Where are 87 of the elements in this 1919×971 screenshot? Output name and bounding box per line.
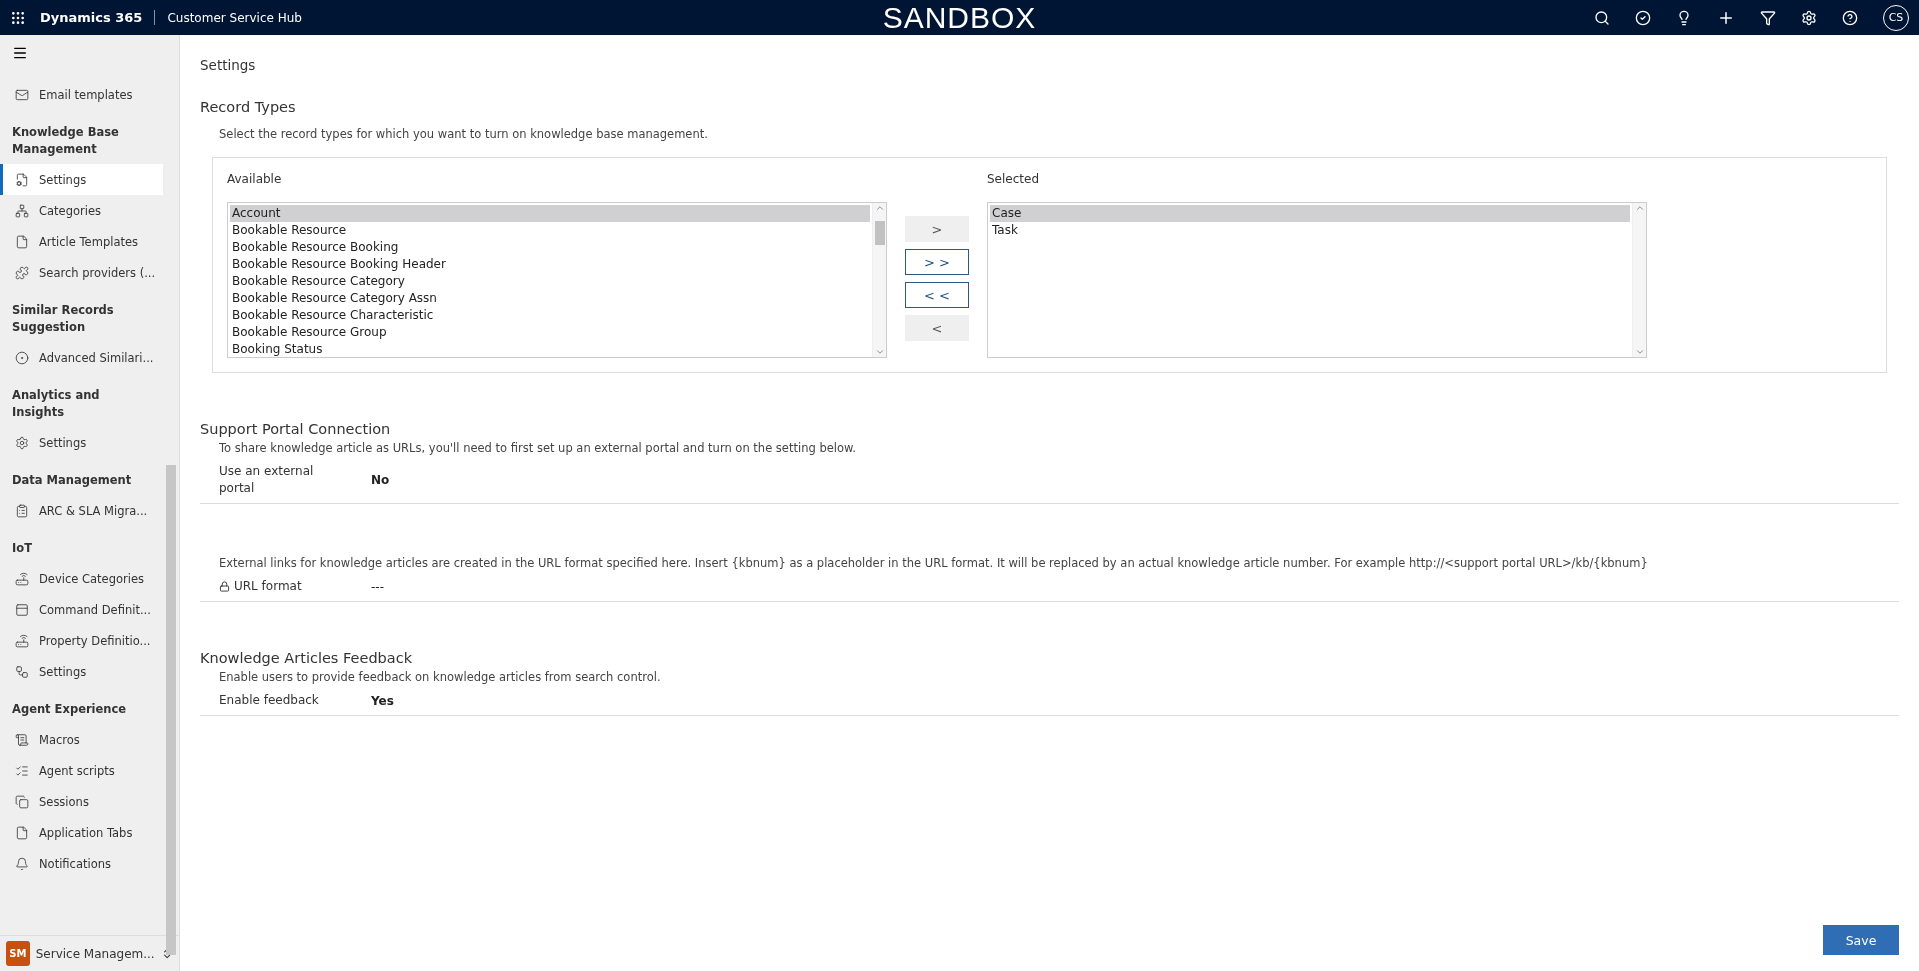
sidebar-item[interactable]: Property Definitio... [0, 625, 163, 656]
list-option[interactable]: Booking Status [230, 341, 870, 357]
field-label: Use an external portal [219, 463, 315, 497]
sidebar-group-title: Data Management [11, 472, 133, 489]
search-icon[interactable] [1594, 9, 1610, 26]
save-button[interactable]: Save [1823, 925, 1899, 955]
list-label: Selected [987, 172, 1041, 186]
document-icon [15, 825, 29, 840]
list-option[interactable]: Bookable Resource Booking Header [230, 256, 870, 273]
checklist-icon [15, 763, 29, 778]
field-value[interactable]: --- [371, 579, 384, 594]
list-option[interactable]: Bookable Resource Category Assn [230, 290, 870, 307]
list-label: Available [227, 172, 283, 186]
sidebar-group-title: Similar Records Suggestion [11, 302, 115, 336]
record-type-listbox[interactable] [227, 202, 887, 358]
section-description: To share knowledge article as URLs, you'll need to first set up an external portal and turn on the setting below. [218, 441, 857, 455]
area-switcher[interactable]: SM Service Managem... [0, 935, 179, 971]
settings-icon[interactable] [1801, 9, 1817, 26]
scrollbar-thumb[interactable] [875, 221, 885, 245]
circles-icon [15, 350, 29, 365]
brand-name[interactable]: Dynamics 365 [40, 10, 156, 25]
windows-icon [15, 794, 29, 809]
lightbulb-icon[interactable] [1676, 9, 1692, 26]
section-description: Select the record types for which you want to turn on knowledge base management. [218, 127, 709, 141]
help-icon[interactable] [1842, 9, 1858, 26]
sidebar-item[interactable]: Settings [0, 427, 163, 458]
clipboard-icon [15, 503, 29, 518]
list-option[interactable]: Bookable Resource Group [230, 324, 870, 341]
sidebar-item[interactable]: Device Categories [0, 563, 163, 594]
field-label: Enable feedback [219, 692, 320, 709]
mail-icon [15, 87, 29, 102]
field-label: URL format [234, 578, 303, 595]
sidebar-item[interactable]: Settings [0, 656, 163, 687]
file-gear-icon [15, 172, 29, 187]
list-option[interactable]: Account [230, 205, 870, 222]
sidebar-item[interactable]: Macros [0, 724, 163, 755]
list-option[interactable]: Bookable Resource Booking [230, 239, 870, 256]
menu-icon[interactable] [12, 45, 28, 61]
app-launcher-icon[interactable] [10, 9, 26, 26]
settings-icon [15, 435, 29, 450]
environment-label: SANDBOX [882, 0, 1037, 35]
sidebar-item[interactable]: Article Templates [0, 226, 163, 257]
filter-icon[interactable] [1760, 9, 1776, 26]
panel-icon [15, 602, 29, 617]
sidebar-item[interactable]: Categories [0, 195, 163, 226]
app-name[interactable]: Customer Service Hub [167, 10, 302, 25]
list-option[interactable]: Bookable Resource Category [230, 273, 870, 290]
sidebar-item[interactable]: Application Tabs [0, 817, 163, 848]
sidebar-item[interactable]: Agent scripts [0, 755, 163, 786]
sidebar-group-title: IoT [11, 540, 34, 557]
sidebar-group-title: Analytics and Insights [11, 387, 101, 421]
scrollbar-thumb[interactable] [166, 465, 176, 955]
check-circle-icon[interactable] [1635, 9, 1651, 26]
nodes-icon [15, 664, 29, 679]
sidebar-item[interactable]: Email templates [0, 79, 163, 110]
list-option[interactable]: Bookable Resource Characteristic [230, 307, 870, 324]
sidebar-item[interactable]: Notifications [0, 848, 163, 879]
sidebar-item[interactable]: Settings [0, 164, 163, 195]
bell-icon [15, 856, 29, 871]
section-description: External links for knowledge articles are created in the URL format specified here. Insert {kbnum} as a placeholder in the URL format. It will be replaced by an actual knowledge article number. For example http://<support portal URL>/kb/{kbnum} [218, 556, 1649, 570]
sidebar-item[interactable]: Search providers (... [0, 257, 163, 288]
list-option[interactable]: Task [990, 222, 1630, 239]
field-value[interactable]: No [371, 473, 390, 487]
field-value[interactable]: Yes [371, 693, 394, 708]
move-button[interactable]: > > [905, 249, 969, 275]
sidebar-item[interactable]: Sessions [0, 786, 163, 817]
move-button[interactable]: < < [905, 282, 969, 308]
router-icon [15, 571, 29, 586]
section-title: Record Types [200, 99, 297, 115]
hierarchy-icon [15, 203, 29, 218]
section-title: Support Portal Connection [200, 421, 392, 437]
record-type-listbox[interactable]: Case Task [987, 202, 1647, 358]
sidebar-item[interactable]: Advanced Similari... [0, 342, 163, 373]
scrollbar[interactable] [872, 203, 886, 357]
scroll-icon [15, 732, 29, 747]
sidebar-group-title: Agent Experience [11, 701, 128, 718]
list-option[interactable]: Bookable Resource [230, 222, 870, 239]
router-icon [15, 633, 29, 648]
page-title: Settings [200, 57, 257, 73]
puzzle-icon [15, 265, 29, 280]
sidebar-group-title: Knowledge Base Management [11, 124, 120, 158]
document-icon [15, 234, 29, 249]
sidebar-item[interactable]: ARC & SLA Migra... [0, 495, 163, 526]
section-description: Enable users to provide feedback on knowledge articles from search control. [218, 670, 662, 684]
sidebar-item[interactable]: Command Definit... [0, 594, 163, 625]
list-option[interactable]: Case [990, 205, 1630, 222]
section-title: Knowledge Articles Feedback [200, 650, 414, 666]
